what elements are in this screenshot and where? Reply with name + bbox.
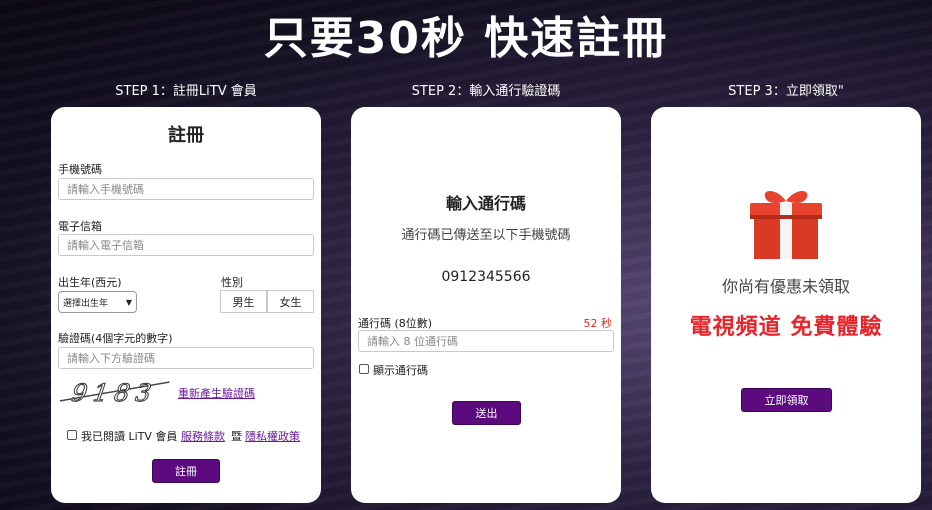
verify-card: 輸入通行碼 通行碼已傳送至以下手機號碼 0912345566 通行碼 (8位數)… [351, 107, 621, 503]
show-passcode-checkbox[interactable] [359, 364, 369, 374]
verify-submit-button[interactable]: 送出 [452, 401, 521, 425]
verify-title: 輸入通行碼 [445, 194, 526, 213]
agree-checkbox[interactable] [67, 430, 77, 440]
step1-label: STEP 1：註冊LiTV 會員 [115, 84, 257, 99]
captcha-image: 9183 [58, 377, 171, 409]
register-card: 註冊 手機號碼 電子信箱 出生年(西元) 選擇出生年 ▼ 性別 男生 女生 驗證… [51, 107, 321, 503]
terms-link[interactable]: 服務條款 [181, 428, 225, 444]
register-submit-button[interactable]: 註冊 [152, 459, 220, 483]
captcha-label: 驗證碼(4個字元的數字) [58, 332, 173, 345]
chevron-down-icon: ▼ [125, 297, 132, 307]
passcode-input[interactable] [358, 330, 614, 352]
show-passcode-label: 顯示通行碼 [373, 364, 428, 377]
agree-and-text: 暨 [231, 430, 242, 443]
step3-label: STEP 3：立即領取" [728, 84, 844, 99]
birth-year-select[interactable]: 選擇出生年 ▼ [58, 291, 137, 313]
page-headline: 只要30秒 快速註冊 [263, 13, 669, 64]
countdown-timer: 52 秒 [583, 317, 613, 330]
claim-card: 你尚有優惠未領取 電視頻道 免費體驗 立即領取 [651, 107, 921, 503]
email-input[interactable] [58, 234, 314, 256]
gender-female-button[interactable]: 女生 [267, 290, 314, 313]
phone-input[interactable] [58, 178, 314, 200]
register-title: 註冊 [168, 125, 204, 146]
agree-text: 我已閱讀 LiTV 會員 [81, 430, 178, 443]
captcha-refresh-link[interactable]: 重新產生驗證碼 [178, 385, 255, 401]
captcha-input[interactable] [58, 347, 314, 369]
step2-label: STEP 2：輸入通行驗證碼 [411, 84, 561, 99]
passcode-label: 通行碼 (8位數) [358, 317, 433, 330]
claim-message: 你尚有優惠未領取 [721, 277, 850, 296]
phone-label: 手機號碼 [58, 163, 102, 176]
birth-year-label: 出生年(西元) [58, 276, 122, 289]
gender-male-button[interactable]: 男生 [220, 290, 267, 313]
claim-button[interactable]: 立即領取 [741, 388, 832, 412]
privacy-link[interactable]: 隱私權政策 [245, 428, 300, 444]
claim-promo: 電視頻道 免費體驗 [689, 315, 883, 340]
gender-label: 性別 [221, 276, 243, 289]
verify-phone-number: 0912345566 [441, 269, 531, 285]
gift-icon [750, 191, 822, 259]
email-label: 電子信箱 [58, 220, 102, 233]
birth-year-select-value: 選擇出生年 [63, 298, 109, 309]
verify-subtitle: 通行碼已傳送至以下手機號碼 [401, 228, 571, 243]
